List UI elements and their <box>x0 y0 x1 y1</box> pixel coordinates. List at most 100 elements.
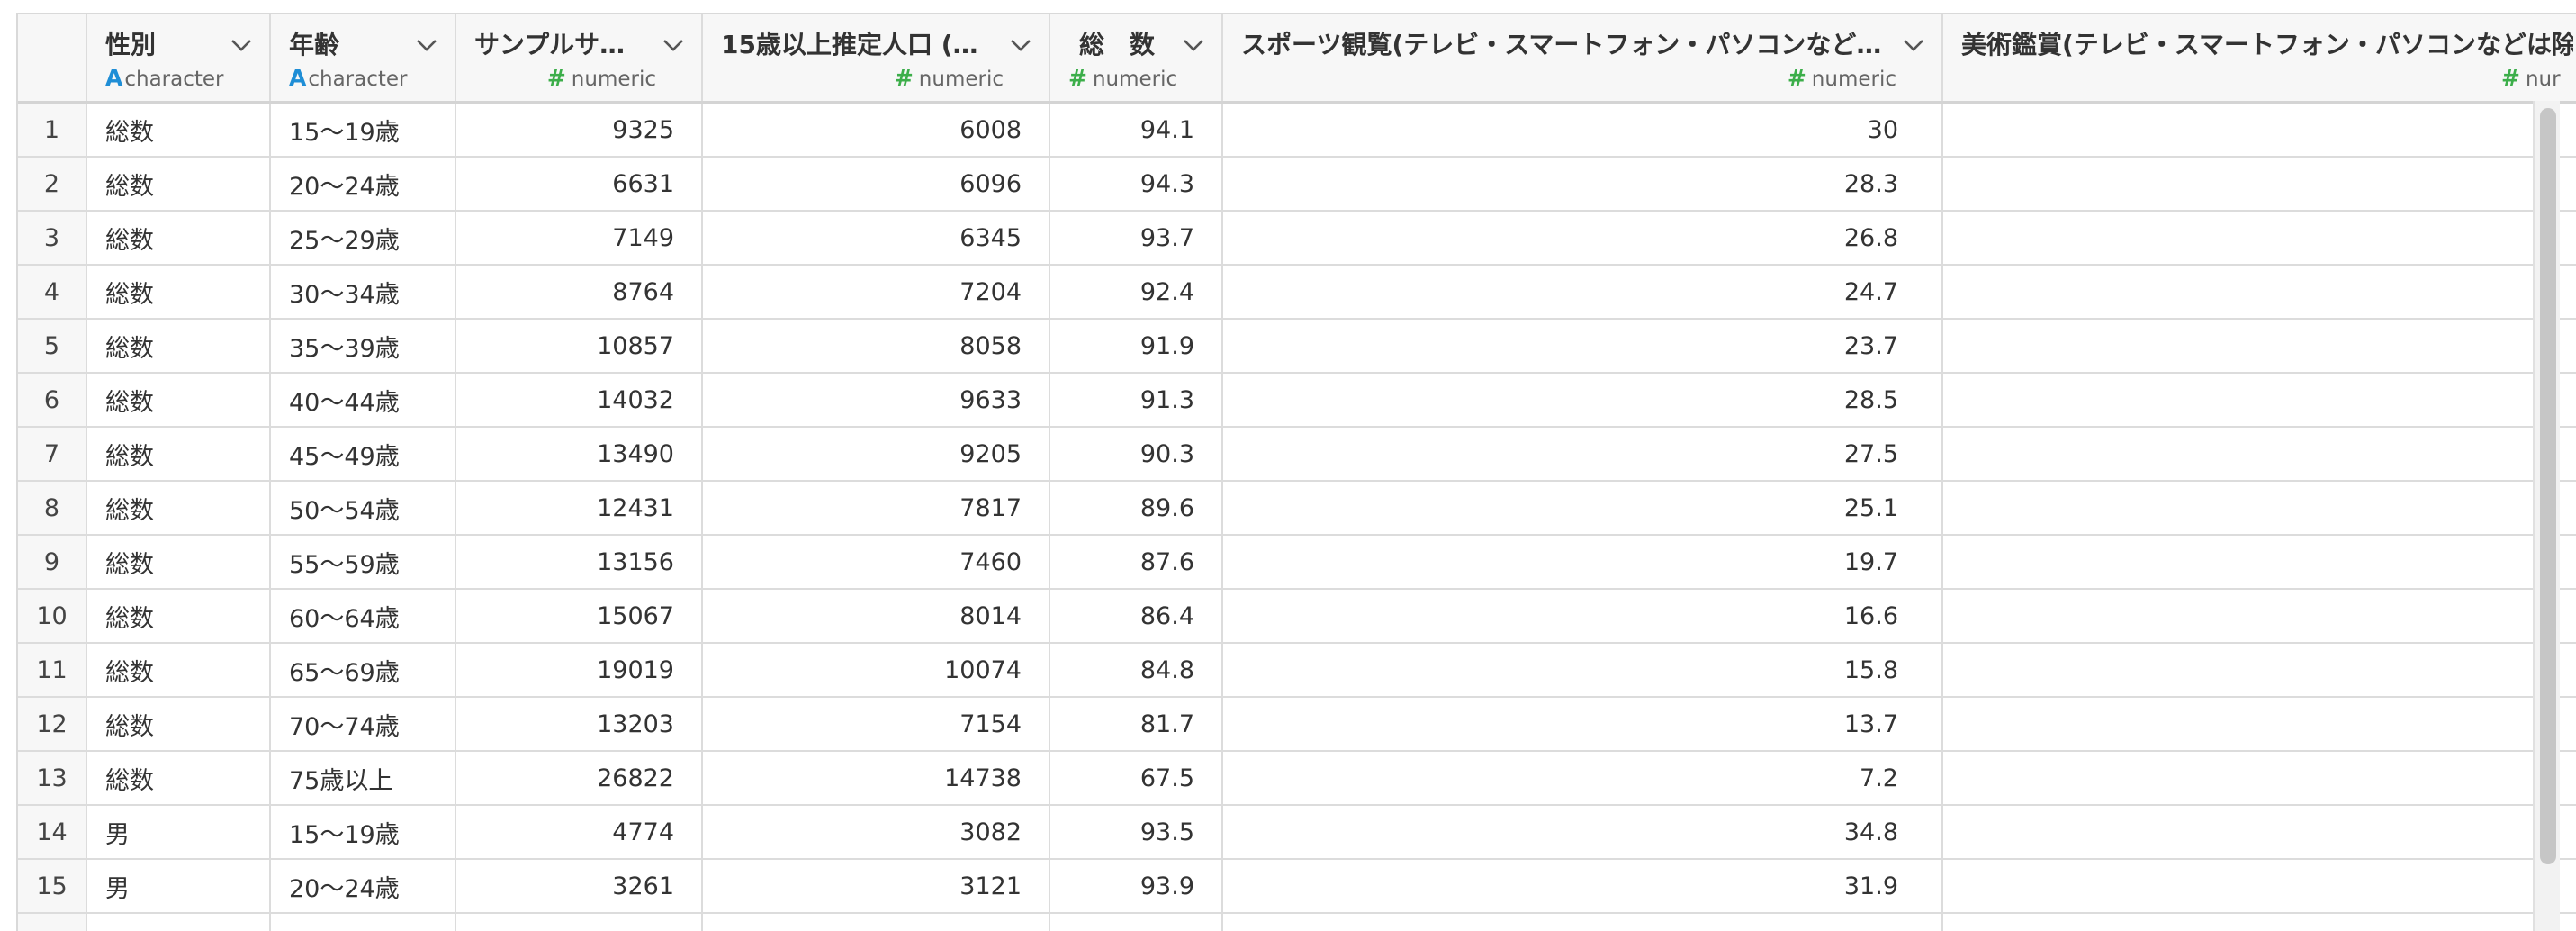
cell-total[interactable]: 91.9 <box>1049 319 1223 374</box>
cell-population[interactable]: 10074 <box>702 643 1050 698</box>
cell-age[interactable]: 50〜54歳 <box>270 481 456 536</box>
chevron-down-icon[interactable] <box>230 36 253 54</box>
cell-art-appreciation[interactable] <box>1942 319 2576 374</box>
cell-age[interactable]: 25〜29歳 <box>270 211 456 266</box>
table-row[interactable]: 4 総数 30〜34歳 8764 7204 92.4 24.7 <box>18 265 2576 320</box>
table-row[interactable]: 15 男 20〜24歳 3261 3121 93.9 31.9 <box>18 859 2576 914</box>
cell-art-appreciation[interactable] <box>1942 481 2576 536</box>
cell-age[interactable]: 55〜59歳 <box>270 535 456 590</box>
cell-population[interactable]: 6345 <box>702 211 1050 266</box>
cell-population[interactable] <box>702 913 1050 931</box>
cell-sex[interactable]: 総数 <box>86 157 271 212</box>
cell-population[interactable]: 6096 <box>702 157 1050 212</box>
cell-sports-viewing[interactable]: 24.7 <box>1222 265 1943 320</box>
chevron-down-icon[interactable] <box>662 36 685 54</box>
cell-age[interactable]: 65〜69歳 <box>270 643 456 698</box>
table-row[interactable]: 11 総数 65〜69歳 19019 10074 84.8 15.8 <box>18 643 2576 698</box>
cell-total[interactable]: 81.7 <box>1049 697 1223 752</box>
cell-sample-size[interactable]: 26822 <box>455 751 703 806</box>
cell-total[interactable]: 67.5 <box>1049 751 1223 806</box>
table-row[interactable]: 10 総数 60〜64歳 15067 8014 86.4 16.6 <box>18 589 2576 644</box>
cell-sample-size[interactable]: 13203 <box>455 697 703 752</box>
cell-sports-viewing[interactable]: 13.7 <box>1222 697 1943 752</box>
cell-sample-size[interactable]: 15067 <box>455 589 703 644</box>
cell-total[interactable] <box>1049 913 1223 931</box>
cell-art-appreciation[interactable] <box>1942 211 2576 266</box>
cell-total[interactable]: 89.6 <box>1049 481 1223 536</box>
cell-age[interactable]: 60〜64歳 <box>270 589 456 644</box>
cell-total[interactable]: 87.6 <box>1049 535 1223 590</box>
cell-art-appreciation[interactable] <box>1942 535 2576 590</box>
table-row[interactable] <box>18 913 2576 931</box>
cell-age[interactable] <box>270 913 456 931</box>
cell-sex[interactable]: 総数 <box>86 535 271 590</box>
table-row[interactable]: 6 総数 40〜44歳 14032 9633 91.3 28.5 <box>18 373 2576 428</box>
chevron-down-icon[interactable] <box>415 36 438 54</box>
cell-total[interactable]: 90.3 <box>1049 427 1223 482</box>
cell-sex[interactable]: 総数 <box>86 319 271 374</box>
cell-art-appreciation[interactable] <box>1942 697 2576 752</box>
table-row[interactable]: 8 総数 50〜54歳 12431 7817 89.6 25.1 <box>18 481 2576 536</box>
cell-sample-size[interactable]: 12431 <box>455 481 703 536</box>
cell-sports-viewing[interactable]: 28.5 <box>1222 373 1943 428</box>
table-row[interactable]: 2 総数 20〜24歳 6631 6096 94.3 28.3 <box>18 157 2576 212</box>
cell-art-appreciation[interactable] <box>1942 373 2576 428</box>
cell-sex[interactable]: 総数 <box>86 427 271 482</box>
chevron-down-icon[interactable] <box>1009 36 1032 54</box>
cell-sample-size[interactable]: 14032 <box>455 373 703 428</box>
cell-sex[interactable]: 総数 <box>86 643 271 698</box>
cell-age[interactable]: 40〜44歳 <box>270 373 456 428</box>
cell-population[interactable]: 3082 <box>702 805 1050 860</box>
column-header-sports-viewing[interactable]: スポーツ観覧(テレビ・スマートフォン・パソコンなど… # numeric <box>1222 14 1943 104</box>
cell-sports-viewing[interactable]: 23.7 <box>1222 319 1943 374</box>
table-row[interactable]: 7 総数 45〜49歳 13490 9205 90.3 27.5 <box>18 427 2576 482</box>
cell-total[interactable]: 93.7 <box>1049 211 1223 266</box>
column-header-sample-size[interactable]: サンプルサイズ # numeric <box>455 14 703 104</box>
cell-population[interactable]: 9633 <box>702 373 1050 428</box>
table-row[interactable]: 3 総数 25〜29歳 7149 6345 93.7 26.8 <box>18 211 2576 266</box>
cell-sample-size[interactable]: 3261 <box>455 859 703 914</box>
chevron-down-icon[interactable] <box>1902 36 1925 54</box>
cell-sex[interactable]: 総数 <box>86 589 271 644</box>
cell-total[interactable]: 84.8 <box>1049 643 1223 698</box>
table-row[interactable]: 12 総数 70〜74歳 13203 7154 81.7 13.7 <box>18 697 2576 752</box>
scrollbar-thumb[interactable] <box>2540 108 2556 864</box>
cell-sex[interactable]: 男 <box>86 805 271 860</box>
cell-sports-viewing[interactable]: 15.8 <box>1222 643 1943 698</box>
cell-sex[interactable]: 総数 <box>86 751 271 806</box>
column-header-age[interactable]: 年齢 Acharacter <box>270 14 456 104</box>
cell-age[interactable]: 75歳以上 <box>270 751 456 806</box>
cell-sports-viewing[interactable] <box>1222 913 1943 931</box>
vertical-scrollbar[interactable] <box>2533 101 2560 931</box>
cell-art-appreciation[interactable] <box>1942 643 2576 698</box>
cell-total[interactable]: 86.4 <box>1049 589 1223 644</box>
cell-sports-viewing[interactable]: 25.1 <box>1222 481 1943 536</box>
cell-sports-viewing[interactable]: 19.7 <box>1222 535 1943 590</box>
cell-sex[interactable]: 総数 <box>86 265 271 320</box>
cell-art-appreciation[interactable] <box>1942 913 2576 931</box>
cell-sex[interactable]: 総数 <box>86 211 271 266</box>
cell-total[interactable]: 92.4 <box>1049 265 1223 320</box>
cell-sample-size[interactable]: 19019 <box>455 643 703 698</box>
cell-total[interactable]: 93.9 <box>1049 859 1223 914</box>
column-header-art-appreciation[interactable]: 美術鑑賞(テレビ・スマートフォン・パソコンなどは除 # nur <box>1942 14 2576 104</box>
table-row[interactable]: 9 総数 55〜59歳 13156 7460 87.6 19.7 <box>18 535 2576 590</box>
cell-sample-size[interactable]: 13156 <box>455 535 703 590</box>
cell-sports-viewing[interactable]: 27.5 <box>1222 427 1943 482</box>
cell-sports-viewing[interactable]: 30 <box>1222 103 1943 158</box>
cell-population[interactable]: 7460 <box>702 535 1050 590</box>
table-row[interactable]: 1 総数 15〜19歳 9325 6008 94.1 30 <box>18 103 2576 158</box>
cell-age[interactable]: 15〜19歳 <box>270 805 456 860</box>
cell-age[interactable]: 20〜24歳 <box>270 157 456 212</box>
cell-art-appreciation[interactable] <box>1942 427 2576 482</box>
cell-total[interactable]: 94.3 <box>1049 157 1223 212</box>
cell-sports-viewing[interactable]: 31.9 <box>1222 859 1943 914</box>
cell-sex[interactable]: 総数 <box>86 103 271 158</box>
cell-sample-size[interactable]: 9325 <box>455 103 703 158</box>
cell-sample-size[interactable]: 13490 <box>455 427 703 482</box>
cell-sample-size[interactable]: 7149 <box>455 211 703 266</box>
cell-age[interactable]: 45〜49歳 <box>270 427 456 482</box>
column-header-total[interactable]: 総 数 # numeric <box>1049 14 1223 104</box>
cell-sports-viewing[interactable]: 7.2 <box>1222 751 1943 806</box>
cell-population[interactable]: 8014 <box>702 589 1050 644</box>
